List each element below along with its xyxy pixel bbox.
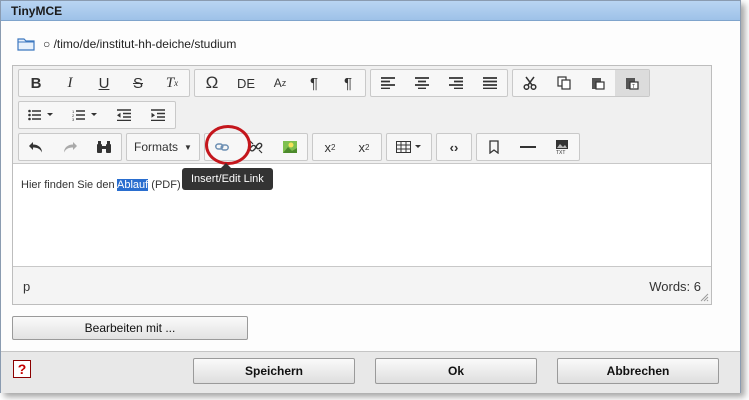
outdent-icon (117, 109, 131, 121)
align-group (370, 69, 508, 97)
redo-button[interactable] (53, 134, 87, 160)
save-button[interactable]: Speichern (193, 358, 355, 384)
underline-button[interactable]: U (87, 70, 121, 96)
history-group (18, 133, 122, 161)
indent-button[interactable] (141, 102, 175, 128)
format-group: B I U S Tx (18, 69, 190, 97)
rich-text-editor: B I U S Tx Ω DE Az ¶ ¶ T 1 2 3 Formats ▼… (12, 65, 712, 305)
binoculars-icon (97, 141, 111, 153)
image-text-icon: TXT (556, 140, 568, 154)
content-text-after: (PDF) (148, 179, 181, 191)
cancel-button[interactable]: Abbrechen (557, 358, 719, 384)
undo-button[interactable] (19, 134, 53, 160)
formats-label: Formats (134, 140, 179, 154)
code-group: ‹› (436, 133, 472, 161)
svg-text:TXT: TXT (556, 150, 565, 154)
paste-as-text-button[interactable]: T (615, 70, 649, 96)
window-title: TinyMCE (11, 4, 63, 18)
bullet-list-button[interactable] (19, 102, 63, 128)
special-character-button[interactable]: Ω (195, 70, 229, 96)
content-text-before: Hier finden Sie den (21, 179, 118, 191)
insert-image-button[interactable] (273, 134, 307, 160)
selected-text[interactable]: Ablauf (117, 179, 149, 191)
dialog-footer: ? Speichern Ok Abbrechen (1, 351, 740, 393)
horizontal-rule-button[interactable] (511, 134, 545, 160)
undo-icon (29, 142, 42, 153)
table-button[interactable] (387, 134, 431, 160)
editor-content[interactable]: Hier finden Sie den Ablauf (PDF) (13, 164, 711, 264)
svg-text:3: 3 (72, 117, 75, 121)
content-paragraph: Hier finden Sie den Ablauf (PDF) (21, 179, 181, 191)
rtl-paragraph-icon[interactable]: ¶ (331, 70, 365, 96)
anchor-button[interactable] (477, 134, 511, 160)
table-group (386, 133, 432, 161)
bullet-list-icon (28, 109, 53, 121)
align-right-button[interactable] (439, 70, 473, 96)
align-left-button[interactable] (371, 70, 405, 96)
image-icon (283, 141, 297, 153)
italic-button[interactable]: I (53, 70, 87, 96)
align-center-button[interactable] (405, 70, 439, 96)
path-row: ○ /timo/de/institut-hh-deiche/studium (17, 35, 236, 53)
tinymce-dialog: TinyMCE ○ /timo/de/institut-hh-deiche/st… (0, 0, 741, 393)
svg-text:T: T (632, 84, 635, 90)
bookmark-icon (489, 140, 499, 154)
toolbar-row-1: B I U S Tx Ω DE Az ¶ ¶ T (18, 69, 654, 97)
script-group: x2 x2 (312, 133, 382, 161)
ok-button[interactable]: Ok (375, 358, 537, 384)
paste-text-icon: T (626, 78, 639, 90)
highlight-circle (205, 125, 251, 165)
align-justify-icon (483, 77, 497, 89)
editor-statusbar: p Words: 6 (13, 266, 711, 304)
numbered-list-button[interactable]: 123 (63, 102, 107, 128)
align-justify-button[interactable] (473, 70, 507, 96)
resize-grip-icon[interactable] (699, 292, 709, 302)
find-replace-button[interactable] (87, 134, 121, 160)
strikethrough-button[interactable]: S (121, 70, 155, 96)
numbered-list-icon: 123 (72, 109, 97, 121)
table-icon (396, 141, 421, 153)
source-code-button[interactable]: ‹› (437, 134, 471, 160)
spellcheck-icon[interactable]: Az (263, 70, 297, 96)
edit-with-button[interactable]: Bearbeiten mit ... (12, 316, 248, 340)
chevron-down-icon: ▼ (184, 142, 192, 152)
link-tooltip: Insert/Edit Link (182, 163, 273, 190)
file-path: ○ /timo/de/institut-hh-deiche/studium (43, 37, 237, 51)
copy-button[interactable] (547, 70, 581, 96)
horizontal-rule-icon (520, 146, 536, 148)
help-icon[interactable]: ? (13, 360, 31, 378)
scissors-icon (523, 76, 537, 90)
list-group: 123 (18, 101, 176, 129)
toolbar-row-3: Formats ▼ x2 x2 ‹› TXT (18, 133, 584, 161)
align-left-icon (381, 77, 395, 89)
align-center-icon (415, 77, 429, 89)
misc-group: TXT (476, 133, 580, 161)
word-count: Words: 6 (649, 279, 701, 294)
outdent-button[interactable] (107, 102, 141, 128)
paste-icon (592, 78, 605, 90)
editor-toolbar: B I U S Tx Ω DE Az ¶ ¶ T 1 2 3 Formats ▼… (13, 66, 711, 164)
folder-icon (17, 38, 35, 51)
unlink-icon (249, 140, 263, 154)
cut-button[interactable] (513, 70, 547, 96)
subscript-button[interactable]: x2 (347, 134, 381, 160)
superscript-button[interactable]: x2 (313, 134, 347, 160)
toolbar-row-2: 123 (18, 101, 180, 129)
formats-group: Formats ▼ (126, 133, 200, 161)
ltr-paragraph-icon[interactable]: ¶ (297, 70, 331, 96)
align-right-icon (449, 77, 463, 89)
clipboard-group: T (512, 69, 650, 97)
indent-icon (151, 109, 165, 121)
language-button[interactable]: DE (229, 70, 263, 96)
redo-icon (64, 142, 77, 153)
clear-formatting-button[interactable]: Tx (155, 70, 189, 96)
copy-icon (557, 76, 571, 90)
title-bar: TinyMCE (1, 1, 740, 21)
bold-button[interactable]: B (19, 70, 53, 96)
paste-button[interactable] (581, 70, 615, 96)
insert-image-text-button[interactable]: TXT (545, 134, 579, 160)
element-path[interactable]: p (23, 279, 30, 294)
insert-group: Ω DE Az ¶ ¶ (194, 69, 366, 97)
formats-dropdown[interactable]: Formats ▼ (127, 134, 199, 160)
